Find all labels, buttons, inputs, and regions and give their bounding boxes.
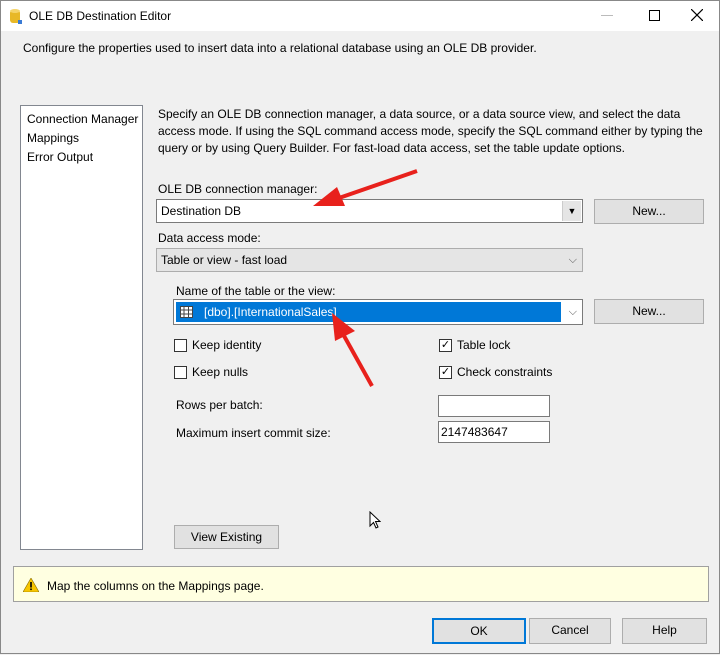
rows-per-batch-input[interactable] xyxy=(438,395,550,417)
keep-nulls-checkbox[interactable] xyxy=(174,366,187,379)
warning-icon xyxy=(23,578,39,592)
check-constraints-checkbox[interactable]: ✓ xyxy=(439,366,452,379)
chevron-down-icon: ⌵ xyxy=(568,306,577,318)
table-icon xyxy=(180,306,193,318)
access-mode-label: Data access mode: xyxy=(158,231,261,245)
window-title: OLE DB Destination Editor xyxy=(29,9,172,23)
keep-identity-label: Keep identity xyxy=(192,338,262,352)
keep-identity-checkbox[interactable] xyxy=(174,339,187,352)
ok-button[interactable]: OK xyxy=(432,618,526,644)
connection-manager-combo[interactable]: Destination DB ▼ xyxy=(156,199,583,223)
access-mode-value: Table or view - fast load xyxy=(161,253,288,267)
table-name-combo[interactable]: [dbo].[InternationalSales] ⌵ xyxy=(173,299,583,325)
dropdown-arrow-icon[interactable]: ▼ xyxy=(562,201,581,221)
warning-bar: Map the columns on the Mappings page. xyxy=(13,566,709,602)
page-list: Connection Manager Mappings Error Output xyxy=(20,105,143,550)
connection-label: OLE DB connection manager: xyxy=(158,182,318,196)
help-button[interactable]: Help xyxy=(622,618,707,644)
connection-value: Destination DB xyxy=(161,204,242,218)
close-icon[interactable] xyxy=(691,9,703,21)
table-value: [dbo].[InternationalSales] xyxy=(204,305,337,319)
table-lock-checkbox[interactable]: ✓ xyxy=(439,339,452,352)
cancel-button[interactable]: Cancel xyxy=(529,618,611,644)
minimize-icon[interactable] xyxy=(601,15,613,16)
sidebar-item-mappings[interactable]: Mappings xyxy=(27,129,142,148)
keep-nulls-label: Keep nulls xyxy=(192,365,249,379)
rows-per-batch-label: Rows per batch: xyxy=(176,398,263,412)
max-commit-input[interactable]: 2147483647 xyxy=(438,421,550,443)
maximize-icon[interactable] xyxy=(649,10,660,21)
intro-text: Specify an OLE DB connection manager, a … xyxy=(158,107,703,155)
warning-text: Map the columns on the Mappings page. xyxy=(47,579,264,593)
chevron-down-icon: ⌵ xyxy=(568,254,577,266)
sidebar-item-connection-manager[interactable]: Connection Manager xyxy=(27,110,142,129)
database-icon xyxy=(10,9,22,24)
header-description: Configure the properties used to insert … xyxy=(23,41,537,55)
title-bar: OLE DB Destination Editor xyxy=(1,1,719,31)
check-constraints-label: Check constraints xyxy=(457,365,553,379)
view-existing-button[interactable]: View Existing xyxy=(174,525,279,549)
table-label: Name of the table or the view: xyxy=(176,284,336,298)
mouse-cursor-icon xyxy=(369,511,381,529)
access-mode-combo[interactable]: Table or view - fast load ⌵ xyxy=(156,248,583,272)
sidebar-item-error-output[interactable]: Error Output xyxy=(27,148,142,167)
table-lock-label: Table lock xyxy=(457,338,511,352)
new-table-button[interactable]: New... xyxy=(594,299,704,324)
dialog-window: OLE DB Destination Editor Configure the … xyxy=(0,0,720,654)
new-connection-button[interactable]: New... xyxy=(594,199,704,224)
max-commit-label: Maximum insert commit size: xyxy=(176,426,331,440)
